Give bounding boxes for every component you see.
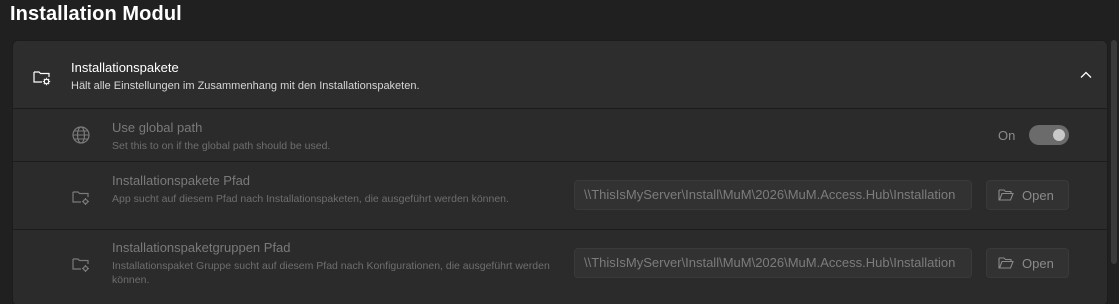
paket-pfad-input[interactable]: \\ThisIsMyServer\Install\MuM\2026\MuM.Ac… — [574, 180, 972, 210]
folder-settings-icon — [71, 187, 91, 207]
global-path-toggle[interactable] — [1029, 125, 1069, 145]
folder-open-icon — [998, 256, 1014, 270]
section-header[interactable]: Installationspakete Hält alle Einstellun… — [13, 41, 1107, 109]
gruppen-pfad-title: Installationspaketgruppen Pfad — [112, 240, 291, 255]
toggle-state-label: On — [998, 128, 1016, 143]
folder-open-icon — [998, 188, 1014, 202]
setting-row-gruppen-pfad: Installationspaketgruppen Pfad Installat… — [13, 230, 1107, 304]
chevron-up-icon[interactable] — [1079, 68, 1093, 82]
globe-icon — [71, 125, 91, 145]
toggle-knob — [1053, 129, 1065, 141]
gruppen-pfad-open-button[interactable]: Open — [986, 248, 1069, 278]
global-path-title: Use global path — [112, 120, 203, 135]
vertical-scrollbar[interactable] — [1111, 40, 1117, 264]
gruppen-pfad-description: Installationspaket Gruppe sucht auf dies… — [112, 260, 550, 286]
paket-pfad-open-button[interactable]: Open — [986, 180, 1069, 210]
paket-pfad-description: App sucht auf diesem Pfad nach Installat… — [112, 193, 509, 205]
section-description: Hält alle Einstellungen im Zusammenhang … — [71, 80, 420, 92]
paket-pfad-title: Installationspakete Pfad — [112, 173, 251, 188]
open-button-label: Open — [1022, 188, 1054, 203]
open-button-label: Open — [1022, 256, 1054, 271]
section-title: Installationspakete — [71, 60, 179, 75]
settings-page: Installation Modul Installationspakete H… — [0, 0, 1119, 304]
setting-row-paket-pfad: Installationspakete Pfad App sucht auf d… — [13, 162, 1107, 230]
installationspakete-card: Installationspakete Hält alle Einstellun… — [12, 40, 1108, 304]
folder-settings-icon — [71, 254, 91, 274]
gruppen-pfad-input[interactable]: \\ThisIsMyServer\Install\MuM\2026\MuM.Ac… — [574, 248, 972, 278]
global-path-description: Set this to on if the global path should… — [112, 140, 331, 152]
setting-row-global-path: Use global path Set this to on if the gl… — [13, 109, 1107, 162]
page-title: Installation Modul — [10, 3, 182, 25]
folder-settings-icon — [32, 67, 52, 87]
